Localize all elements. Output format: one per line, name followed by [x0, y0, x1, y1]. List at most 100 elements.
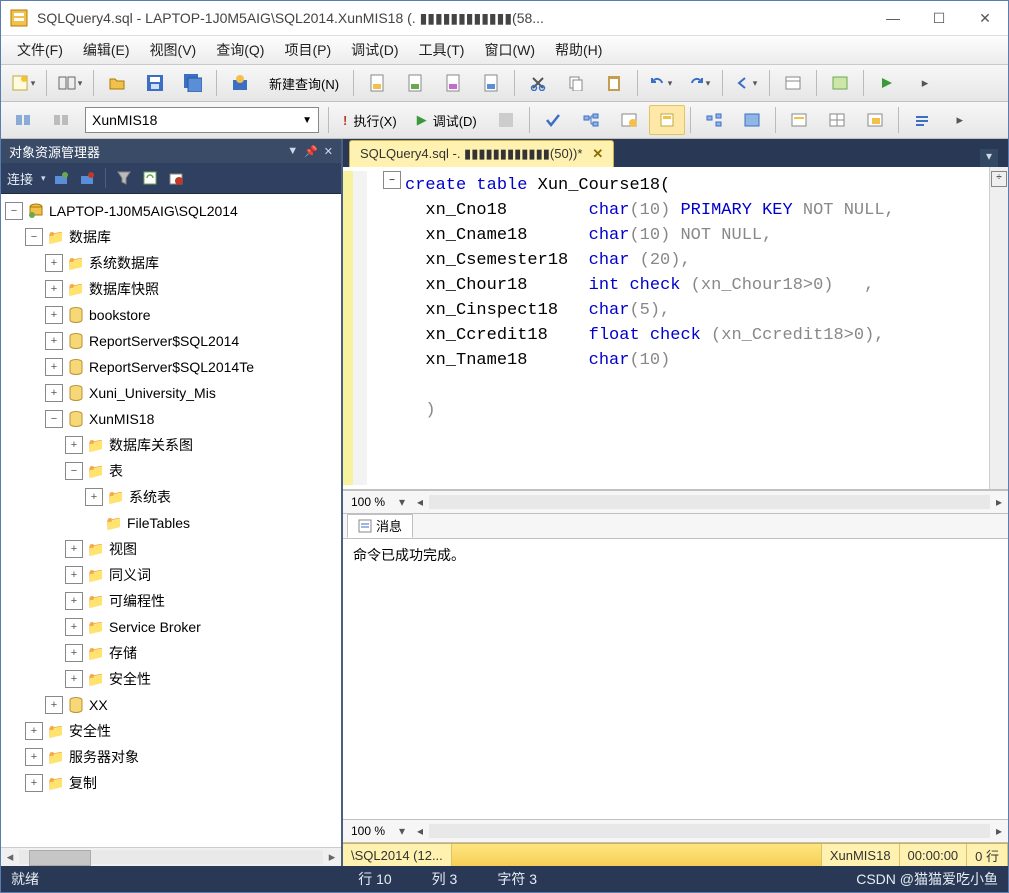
tree-xunmis[interactable]: −XunMIS18: [5, 406, 341, 432]
scroll-track[interactable]: [429, 495, 990, 509]
tree-hscroll[interactable]: ◂ ▸: [1, 847, 341, 866]
estimated-plan-button[interactable]: [573, 105, 609, 135]
minimize-button[interactable]: —: [870, 1, 916, 35]
tree-tables[interactable]: −📁表: [5, 458, 341, 484]
tab-close-icon[interactable]: ✕: [592, 146, 603, 162]
parse-button[interactable]: [535, 105, 571, 135]
change-connection-button[interactable]: [5, 105, 41, 135]
tree-diagram[interactable]: +📁数据库关系图: [5, 432, 341, 458]
tree-root[interactable]: −LAPTOP-1J0M5AIG\SQL2014: [5, 198, 341, 224]
panel-pin-icon[interactable]: 📌: [304, 145, 318, 158]
doc3-button[interactable]: [435, 68, 471, 98]
messages-tab[interactable]: 消息: [347, 514, 413, 538]
doc4-button[interactable]: [473, 68, 509, 98]
menu-help[interactable]: 帮助(H): [545, 37, 612, 63]
cut-button[interactable]: [520, 68, 556, 98]
menu-project[interactable]: 项目(P): [274, 37, 341, 63]
client-stats-button[interactable]: [734, 105, 770, 135]
menu-file[interactable]: 文件(F): [7, 37, 73, 63]
paste-button[interactable]: [596, 68, 632, 98]
nav-back-button[interactable]: ▾: [728, 68, 764, 98]
tree-storage[interactable]: +📁存储: [5, 640, 341, 666]
panel-close-icon[interactable]: ✕: [324, 145, 333, 158]
code-editor[interactable]: − create table Xun_Course18( xn_Cno18 ch…: [343, 167, 1008, 490]
oe-stop-button[interactable]: [165, 167, 187, 189]
props-button[interactable]: [775, 68, 811, 98]
tree-repl[interactable]: +📁复制: [5, 770, 341, 796]
scroll-left-icon[interactable]: ◂: [1, 849, 19, 865]
available-db-button[interactable]: [43, 105, 79, 135]
redo-button[interactable]: ▾: [681, 68, 717, 98]
zoom-dropdown-icon[interactable]: ▾: [393, 495, 411, 509]
menu-debug[interactable]: 调试(D): [341, 37, 408, 63]
tree-srvobj[interactable]: +📁服务器对象: [5, 744, 341, 770]
menu-window[interactable]: 窗口(W): [474, 37, 545, 63]
overflow-button[interactable]: ▸: [907, 68, 943, 98]
tab-sqlquery4[interactable]: SQLQuery4.sql -. ▮▮▮▮▮▮▮▮▮▮▮▮(50))* ✕: [349, 140, 614, 167]
tree-sec[interactable]: +📁安全性: [5, 666, 341, 692]
overflow2-button[interactable]: ▸: [942, 105, 978, 135]
cancel-exec-button[interactable]: [488, 105, 524, 135]
scroll-right-icon[interactable]: ▸: [990, 824, 1008, 838]
tree-xx[interactable]: +XX: [5, 692, 341, 718]
tree-databases[interactable]: −📁数据库: [5, 224, 341, 250]
scroll-track[interactable]: [19, 850, 323, 864]
copy-button[interactable]: [558, 68, 594, 98]
panel-dropdown-icon[interactable]: ▼: [287, 145, 298, 157]
doc2-button[interactable]: [397, 68, 433, 98]
scroll-right-icon[interactable]: ▸: [990, 495, 1008, 509]
comment-button[interactable]: [904, 105, 940, 135]
maximize-button[interactable]: ☐: [916, 1, 962, 35]
zoom-dropdown-icon[interactable]: ▾: [393, 824, 411, 838]
tree-rs2[interactable]: +ReportServer$SQL2014Te: [5, 354, 341, 380]
results-text-button[interactable]: [781, 105, 817, 135]
code-text[interactable]: create table Xun_Course18( xn_Cno18 char…: [403, 167, 989, 489]
editor-right-rail[interactable]: ÷: [989, 167, 1008, 489]
tree-prog[interactable]: +📁可编程性: [5, 588, 341, 614]
debug-button[interactable]: ▶ 调试(D): [408, 105, 486, 135]
actual-plan-button[interactable]: [696, 105, 732, 135]
messages-body[interactable]: 命令已成功完成。: [343, 539, 1008, 819]
tree-sb[interactable]: +📁Service Broker: [5, 614, 341, 640]
oe-connect-button[interactable]: [50, 167, 72, 189]
open-button[interactable]: [99, 68, 135, 98]
menu-tools[interactable]: 工具(T): [409, 37, 475, 63]
tab-overflow-icon[interactable]: ▾: [980, 149, 998, 167]
tree-sysdb[interactable]: +📁系统数据库: [5, 250, 341, 276]
database-select[interactable]: XunMIS18 ▼: [85, 107, 319, 133]
tree-rs1[interactable]: +ReportServer$SQL2014: [5, 328, 341, 354]
new-project-button[interactable]: ▾: [5, 68, 41, 98]
tree-views[interactable]: +📁视图: [5, 536, 341, 562]
tree-filetables[interactable]: 📁FileTables: [5, 510, 341, 536]
tree-sec2[interactable]: +📁安全性: [5, 718, 341, 744]
oe-filter-button[interactable]: [113, 167, 135, 189]
save-button[interactable]: [137, 68, 173, 98]
doc1-button[interactable]: [359, 68, 395, 98]
new-query-button[interactable]: 新建查询(N): [260, 68, 348, 98]
tree-xuni[interactable]: +Xuni_University_Mis: [5, 380, 341, 406]
tree-syn[interactable]: +📁同义词: [5, 562, 341, 588]
activity-monitor-button[interactable]: [222, 68, 258, 98]
start-button[interactable]: [869, 68, 905, 98]
menu-view[interactable]: 视图(V): [140, 37, 207, 63]
menu-edit[interactable]: 编辑(E): [73, 37, 140, 63]
scroll-right-icon[interactable]: ▸: [323, 849, 341, 865]
scroll-thumb[interactable]: [29, 850, 91, 866]
results-file-button[interactable]: [857, 105, 893, 135]
scroll-left-icon[interactable]: ◂: [411, 495, 429, 509]
split-icon[interactable]: ÷: [991, 171, 1007, 187]
connect-label[interactable]: 连接: [7, 169, 33, 188]
layout-button[interactable]: ▾: [52, 68, 88, 98]
collapse-icon[interactable]: −: [383, 171, 401, 189]
intellisense-button[interactable]: [649, 105, 685, 135]
scroll-track[interactable]: [429, 824, 990, 838]
tree-bookstore[interactable]: +bookstore: [5, 302, 341, 328]
zoom-value[interactable]: 100 %: [343, 495, 393, 509]
tree-snap[interactable]: +📁数据库快照: [5, 276, 341, 302]
tree-scroll[interactable]: −LAPTOP-1J0M5AIG\SQL2014 −📁数据库 +📁系统数据库 +…: [1, 194, 341, 847]
results-grid-button[interactable]: [819, 105, 855, 135]
query-options-button[interactable]: [611, 105, 647, 135]
zoom-value-2[interactable]: 100 %: [343, 824, 393, 838]
registered-servers-button[interactable]: [822, 68, 858, 98]
undo-button[interactable]: ▾: [643, 68, 679, 98]
